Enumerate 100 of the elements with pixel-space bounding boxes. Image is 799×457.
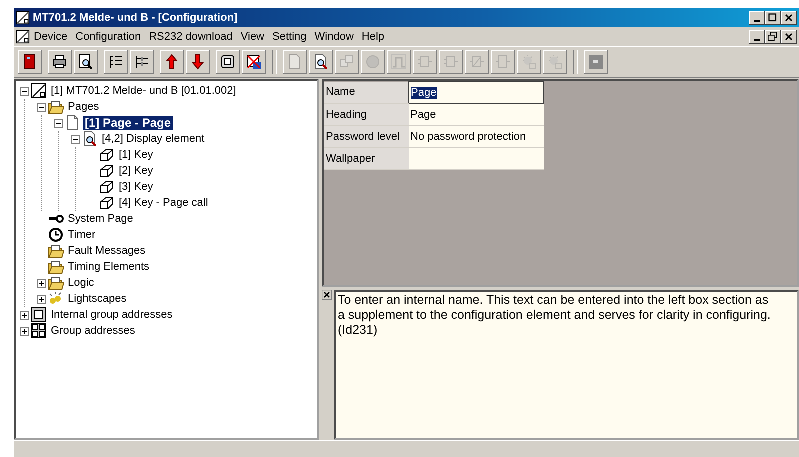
tree-item[interactable]: Pages xyxy=(66,101,102,113)
menu-item[interactable]: Device xyxy=(30,30,72,42)
folder-icon xyxy=(48,243,64,259)
down-arrow-icon xyxy=(190,54,206,70)
up-arrow-icon xyxy=(164,54,180,70)
property-name: Wallpaper xyxy=(324,148,408,170)
magnifier-page-icon xyxy=(313,54,329,70)
list-icon xyxy=(108,54,124,70)
folder-icon xyxy=(48,275,64,291)
menu-item[interactable]: Window xyxy=(310,30,358,42)
pulse-icon xyxy=(391,54,407,70)
tree-item[interactable]: Internal group addresses xyxy=(49,309,175,321)
close-icon xyxy=(783,30,795,42)
close-button[interactable] xyxy=(781,30,797,44)
window-icon xyxy=(588,54,604,70)
key-block-icon xyxy=(99,147,115,163)
minimize-button[interactable] xyxy=(749,30,765,44)
help-text: To enter an internal name. This text can be entered into the left box section as a supplement to the configuration element and serves for clarity in configuring. (Id231) xyxy=(334,290,799,440)
gate-icon xyxy=(443,54,459,70)
close-button[interactable] xyxy=(781,10,797,24)
toolbar-button[interactable] xyxy=(104,50,128,74)
magnifier-page-icon xyxy=(82,131,98,147)
toolbar-button[interactable] xyxy=(216,50,240,74)
expand-icon[interactable] xyxy=(37,278,46,288)
tree-item[interactable]: Group addresses xyxy=(49,325,138,337)
tree-item[interactable]: Timing Elements xyxy=(66,261,152,273)
folder-icon xyxy=(48,259,64,275)
device-icon xyxy=(31,83,47,99)
menu-item[interactable]: RS232 download xyxy=(145,30,237,42)
collapse-icon[interactable] xyxy=(20,86,29,96)
window-title: MT701.2 Melde- und B - [Configuration] xyxy=(33,12,239,24)
collapse-icon[interactable] xyxy=(37,102,46,112)
tree-item[interactable]: [4,2] Display element xyxy=(100,133,207,145)
tree-item[interactable]: Fault Messages xyxy=(66,245,148,257)
key-block-icon xyxy=(99,195,115,211)
toolbar-button[interactable] xyxy=(74,50,98,74)
tree-item[interactable]: Timer xyxy=(66,229,98,241)
clock-icon xyxy=(48,227,64,243)
property-name: Heading xyxy=(324,104,408,126)
property-value[interactable]: Page xyxy=(408,82,544,104)
minimize-icon xyxy=(754,38,760,40)
close-icon[interactable] xyxy=(322,290,332,300)
property-value[interactable]: Page xyxy=(408,104,544,126)
restore-icon xyxy=(767,30,779,42)
maximize-icon xyxy=(767,12,779,24)
tree-item[interactable]: [3] Key xyxy=(117,181,156,193)
gate-icon xyxy=(417,54,433,70)
expand-icon[interactable] xyxy=(37,294,46,304)
menu-item[interactable]: Setting xyxy=(268,30,311,42)
collapse-icon[interactable] xyxy=(54,118,63,128)
bulb-icon xyxy=(547,54,563,70)
tree-item[interactable]: Logic xyxy=(66,277,96,289)
toolbar-button[interactable] xyxy=(186,50,210,74)
door-icon xyxy=(22,54,38,70)
close-icon xyxy=(783,12,795,24)
toolbar-button[interactable] xyxy=(130,50,154,74)
tree-item[interactable]: [1] Key xyxy=(117,149,156,161)
bulb-icon xyxy=(521,54,537,70)
toolbar-button[interactable] xyxy=(309,50,333,74)
toolbar-button[interactable] xyxy=(18,50,42,74)
tree-item[interactable]: [1] Page - Page xyxy=(83,116,174,130)
key-block-icon xyxy=(99,163,115,179)
toolbar-button[interactable] xyxy=(48,50,72,74)
key-block-icon xyxy=(99,179,115,195)
expand-icon[interactable] xyxy=(20,326,29,336)
menu-item[interactable]: Configuration xyxy=(72,30,146,42)
page-icon xyxy=(65,115,81,131)
block-icon xyxy=(495,54,511,70)
circle-icon xyxy=(365,54,381,70)
expand-icon[interactable] xyxy=(20,310,29,320)
lights-icon xyxy=(48,291,64,307)
tree-item[interactable]: System Page xyxy=(66,213,136,225)
toolbar-button[interactable] xyxy=(242,50,266,74)
document-icon xyxy=(16,30,30,44)
maximize-button[interactable] xyxy=(765,10,781,24)
menu-item[interactable]: View xyxy=(236,30,269,42)
property-name: Name xyxy=(324,82,408,104)
collapse-icon[interactable] xyxy=(71,134,80,144)
restore-button[interactable] xyxy=(765,30,781,44)
groups-icon xyxy=(31,323,47,339)
tree-item[interactable]: Lightscapes xyxy=(66,293,129,305)
menu-item[interactable]: Help xyxy=(358,30,389,42)
crossed-screen-icon xyxy=(246,54,262,70)
magnifier-page-icon xyxy=(78,54,94,70)
tree-item[interactable]: [1] MT701.2 Melde- und B [01.01.002] xyxy=(49,85,238,97)
tree-item[interactable]: [2] Key xyxy=(117,165,156,177)
group-icon xyxy=(31,307,47,323)
keys-icon xyxy=(339,54,355,70)
property-value[interactable]: No password protection xyxy=(408,126,544,148)
minimize-button[interactable] xyxy=(749,10,765,24)
toolbar-button[interactable] xyxy=(160,50,184,74)
tree-icon xyxy=(134,54,150,70)
folder-icon xyxy=(48,99,64,115)
printer-icon xyxy=(52,54,68,70)
app-icon xyxy=(16,10,30,24)
logic-icon xyxy=(469,54,485,70)
screen-icon xyxy=(220,54,236,70)
tree-item[interactable]: [4] Key - Page call xyxy=(117,197,210,209)
page-icon xyxy=(287,54,303,70)
minimize-icon xyxy=(754,20,760,22)
